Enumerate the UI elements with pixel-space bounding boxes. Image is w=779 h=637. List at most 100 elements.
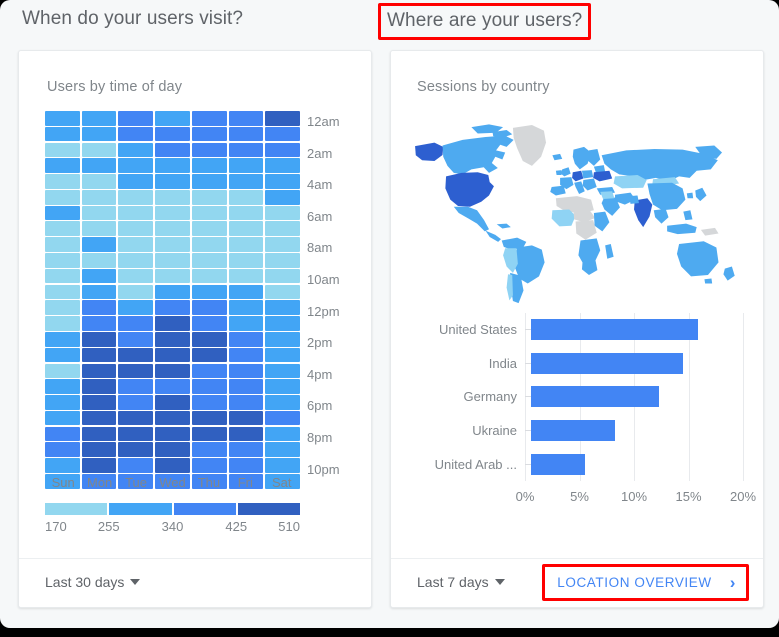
- heatmap-cell[interactable]: [155, 363, 190, 379]
- heatmap-cell[interactable]: [81, 300, 117, 315]
- heatmap-cell[interactable]: [81, 395, 117, 410]
- heatmap-cell[interactable]: [45, 442, 80, 457]
- heatmap-cell[interactable]: [155, 347, 190, 363]
- heatmap-cell[interactable]: [155, 426, 190, 442]
- heatmap-cell[interactable]: [265, 395, 301, 410]
- heatmap-cell[interactable]: [118, 331, 154, 347]
- heatmap-cell[interactable]: [265, 316, 301, 331]
- heatmap-cell[interactable]: [191, 316, 227, 331]
- heatmap-cell[interactable]: [118, 174, 154, 189]
- heatmap-cell[interactable]: [81, 111, 117, 126]
- heatmap-cell[interactable]: [155, 189, 190, 205]
- heatmap-cell[interactable]: [81, 189, 117, 205]
- heatmap-cell[interactable]: [45, 189, 80, 205]
- heatmap-cell[interactable]: [228, 347, 264, 363]
- heatmap-cell[interactable]: [228, 268, 264, 284]
- heatmap-cell[interactable]: [228, 410, 264, 426]
- heatmap-cell[interactable]: [45, 363, 80, 379]
- heatmap-cell[interactable]: [228, 205, 264, 221]
- heatmap-cell[interactable]: [265, 205, 301, 221]
- heatmap-cell[interactable]: [81, 347, 117, 363]
- heatmap-cell[interactable]: [191, 221, 227, 237]
- heatmap-cell[interactable]: [155, 284, 190, 300]
- heatmap-cell[interactable]: [155, 158, 190, 173]
- heatmap-cell[interactable]: [45, 331, 80, 347]
- heatmap-cell[interactable]: [265, 237, 301, 252]
- heatmap-cell[interactable]: [228, 300, 264, 315]
- heatmap-cell[interactable]: [265, 363, 301, 379]
- heatmap-cell[interactable]: [191, 410, 227, 426]
- heatmap-cell[interactable]: [191, 158, 227, 173]
- heatmap-cell[interactable]: [45, 379, 80, 394]
- heatmap-cell[interactable]: [191, 395, 227, 410]
- heatmap-grid[interactable]: [45, 111, 301, 490]
- heatmap-cell[interactable]: [265, 221, 301, 237]
- heatmap-cell[interactable]: [81, 268, 117, 284]
- heatmap-cell[interactable]: [191, 268, 227, 284]
- heatmap-cell[interactable]: [81, 410, 117, 426]
- heatmap-cell[interactable]: [155, 221, 190, 237]
- heatmap-cell[interactable]: [118, 111, 154, 126]
- heatmap-cell[interactable]: [265, 379, 301, 394]
- heatmap-cell[interactable]: [118, 205, 154, 221]
- heatmap-cell[interactable]: [45, 111, 80, 126]
- heatmap-cell[interactable]: [81, 458, 117, 473]
- heatmap-cell[interactable]: [118, 158, 154, 173]
- heatmap-cell[interactable]: [45, 316, 80, 331]
- heatmap-cell[interactable]: [228, 126, 264, 142]
- heatmap-cell[interactable]: [45, 426, 80, 442]
- heatmap-cell[interactable]: [265, 331, 301, 347]
- heatmap-cell[interactable]: [228, 316, 264, 331]
- heatmap-cell[interactable]: [155, 237, 190, 252]
- heatmap-cell[interactable]: [191, 363, 227, 379]
- heatmap-cell[interactable]: [45, 410, 80, 426]
- heatmap-cell[interactable]: [118, 142, 154, 158]
- world-map-choropleth[interactable]: [401, 106, 753, 306]
- heatmap-cell[interactable]: [155, 205, 190, 221]
- heatmap-cell[interactable]: [118, 189, 154, 205]
- heatmap-cell[interactable]: [265, 410, 301, 426]
- heatmap-cell[interactable]: [191, 174, 227, 189]
- heatmap-cell[interactable]: [81, 221, 117, 237]
- heatmap-cell[interactable]: [118, 410, 154, 426]
- heatmap-cell[interactable]: [45, 347, 80, 363]
- heatmap-cell[interactable]: [118, 395, 154, 410]
- heatmap-cell[interactable]: [45, 205, 80, 221]
- bar[interactable]: [531, 386, 659, 408]
- heatmap-cell[interactable]: [228, 331, 264, 347]
- heatmap-cell[interactable]: [118, 426, 154, 442]
- heatmap-cell[interactable]: [118, 347, 154, 363]
- heatmap-cell[interactable]: [228, 158, 264, 173]
- heatmap-cell[interactable]: [228, 284, 264, 300]
- heatmap-cell[interactable]: [155, 379, 190, 394]
- heatmap-cell[interactable]: [265, 253, 301, 268]
- heatmap-cell[interactable]: [191, 442, 227, 457]
- heatmap-cell[interactable]: [191, 458, 227, 473]
- heatmap-cell[interactable]: [265, 111, 301, 126]
- heatmap-cell[interactable]: [118, 268, 154, 284]
- heatmap-cell[interactable]: [228, 237, 264, 252]
- heatmap-cell[interactable]: [81, 142, 117, 158]
- heatmap-cell[interactable]: [118, 300, 154, 315]
- heatmap-cell[interactable]: [191, 111, 227, 126]
- heatmap-cell[interactable]: [228, 111, 264, 126]
- heatmap-cell[interactable]: [45, 126, 80, 142]
- heatmap-cell[interactable]: [118, 221, 154, 237]
- heatmap-cell[interactable]: [81, 205, 117, 221]
- heatmap-cell[interactable]: [155, 174, 190, 189]
- heatmap-cell[interactable]: [228, 395, 264, 410]
- heatmap-cell[interactable]: [228, 426, 264, 442]
- heatmap-cell[interactable]: [81, 426, 117, 442]
- heatmap-cell[interactable]: [228, 189, 264, 205]
- heatmap-cell[interactable]: [45, 158, 80, 173]
- heatmap-cell[interactable]: [191, 347, 227, 363]
- heatmap-cell[interactable]: [265, 442, 301, 457]
- heatmap-cell[interactable]: [228, 379, 264, 394]
- heatmap-cell[interactable]: [118, 363, 154, 379]
- heatmap-cell[interactable]: [191, 426, 227, 442]
- heatmap-cell[interactable]: [45, 268, 80, 284]
- heatmap-cell[interactable]: [191, 253, 227, 268]
- heatmap-cell[interactable]: [155, 458, 190, 473]
- heatmap-cell[interactable]: [118, 253, 154, 268]
- heatmap-cell[interactable]: [265, 284, 301, 300]
